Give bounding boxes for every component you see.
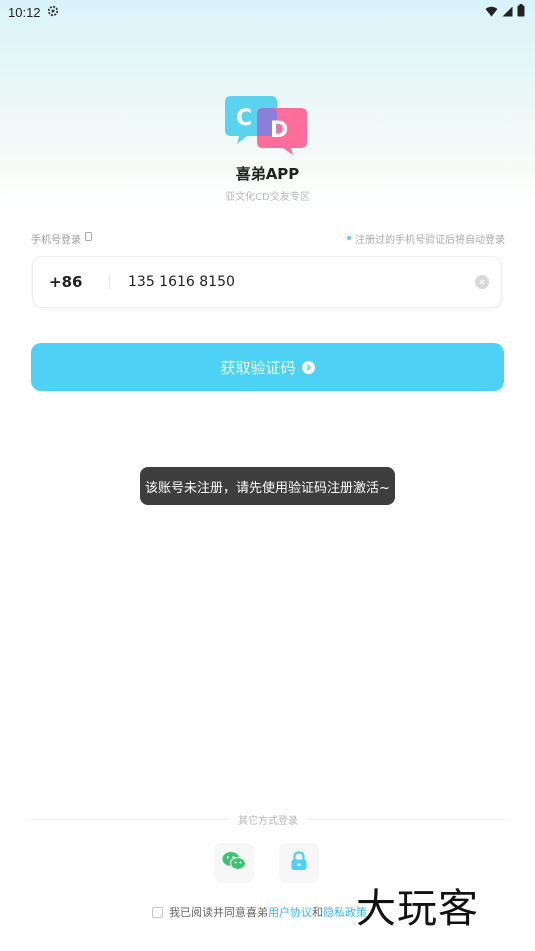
agreement-text: 我已阅读并同意喜弟用户协议和隐私政策 <box>169 904 367 920</box>
svg-text:D: D <box>270 118 288 143</box>
wifi-icon <box>485 5 498 20</box>
get-code-button[interactable]: 获取验证码 <box>31 343 504 391</box>
toast-message: 该账号未注册，请先使用验证码注册激活~ <box>140 467 395 505</box>
checkbox-icon[interactable] <box>152 906 163 918</box>
login-tip-text: 注册过的手机号验证后将自动登录 <box>355 234 505 246</box>
lock-icon <box>290 851 308 875</box>
app-name: 喜弟APP <box>235 165 300 183</box>
field-divider <box>109 275 110 289</box>
tip-dot-icon <box>347 236 351 240</box>
divider-line-left <box>31 818 228 820</box>
arrow-right-icon <box>301 360 315 374</box>
app-logo: C D <box>225 94 309 156</box>
settings-icon <box>47 5 59 20</box>
user-agreement-link[interactable]: 用户协议 <box>268 906 312 919</box>
agreement-row: 我已阅读并同意喜弟用户协议和隐私政策 <box>152 904 367 920</box>
agreement-prefix: 我已阅读并同意喜弟 <box>169 906 268 919</box>
watermark-logo: 大玩客 <box>356 886 479 932</box>
wechat-login-button[interactable] <box>214 843 254 883</box>
login-tip: 注册过的手机号验证后将自动登录 <box>347 231 505 246</box>
status-bar: 10:12 <box>0 0 535 24</box>
app-slogan: 亚文化CD交友专区 <box>225 192 310 203</box>
phone-field: +86 <box>32 256 502 308</box>
phone-input[interactable] <box>126 273 475 291</box>
other-login-label: 其它方式登录 <box>238 815 298 827</box>
signal-icon <box>502 5 513 20</box>
login-label: 手机号登录 <box>31 231 92 246</box>
login-label-text: 手机号登录 <box>31 234 81 246</box>
other-login-divider: 其它方式登录 <box>31 812 505 827</box>
small-phone-icon <box>85 232 92 244</box>
login-header-row: 手机号登录 注册过的手机号验证后将自动登录 <box>31 230 505 246</box>
status-time: 10:12 <box>8 4 41 20</box>
divider-line-right <box>308 818 505 820</box>
wechat-icon <box>222 851 247 875</box>
get-code-label: 获取验证码 <box>220 358 296 377</box>
password-login-button[interactable] <box>279 843 319 883</box>
country-code[interactable]: +86 <box>33 273 109 291</box>
agreement-and: 和 <box>312 906 323 919</box>
svg-text:C: C <box>236 106 252 131</box>
battery-icon <box>517 4 525 20</box>
clear-icon[interactable] <box>475 275 489 289</box>
